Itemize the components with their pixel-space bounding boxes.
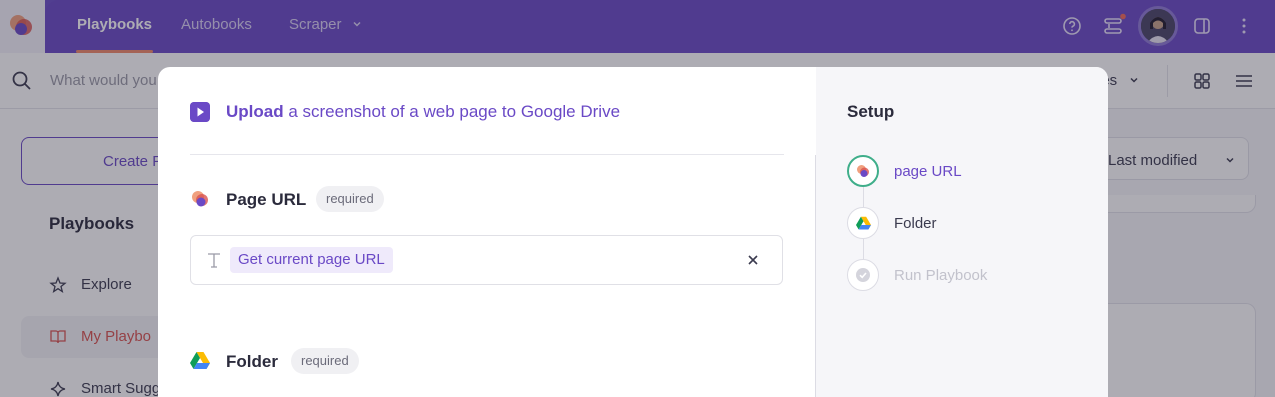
step-indicator (847, 207, 879, 239)
setup-step-page-url[interactable]: page URL (847, 155, 1087, 187)
divider (190, 154, 784, 155)
current-page-url-chip[interactable]: Get current page URL (230, 247, 393, 273)
app-logo-icon (192, 191, 208, 207)
google-drive-icon (190, 352, 210, 369)
step-label: Run Playbook (894, 267, 988, 284)
play-icon (190, 102, 210, 122)
playbook-title: Upload a screenshot of a web page to Goo… (226, 102, 620, 122)
google-drive-icon (856, 216, 871, 230)
app-logo-icon (857, 165, 869, 177)
setup-panel: Setup page URL Folder Run Playbook (816, 67, 1108, 397)
playbook-title-description: a screenshot of a web page to Google Dri… (283, 102, 621, 121)
step-label: Folder (894, 215, 937, 232)
page-url-label: Page URL (226, 190, 307, 209)
step-connector (863, 187, 864, 207)
text-type-icon (208, 253, 220, 268)
playbook-modal: Upload a screenshot of a web page to Goo… (158, 67, 1108, 397)
folder-label: Folder (226, 352, 278, 371)
check-circle-icon (856, 268, 870, 282)
required-badge: required (291, 348, 359, 374)
page-url-input[interactable]: Get current page URL (190, 235, 783, 285)
required-badge: required (316, 186, 384, 212)
playbook-title-action: Upload (226, 102, 284, 121)
setup-step-folder[interactable]: Folder (847, 207, 1087, 239)
clear-icon[interactable] (746, 253, 760, 267)
step-indicator (847, 259, 879, 291)
divider (815, 155, 816, 397)
step-indicator (847, 155, 879, 187)
step-label: page URL (894, 163, 962, 180)
playbook-form: Upload a screenshot of a web page to Goo… (158, 67, 816, 397)
step-connector (863, 239, 864, 259)
setup-step-run-playbook: Run Playbook (847, 259, 1087, 291)
setup-title: Setup (847, 102, 895, 121)
